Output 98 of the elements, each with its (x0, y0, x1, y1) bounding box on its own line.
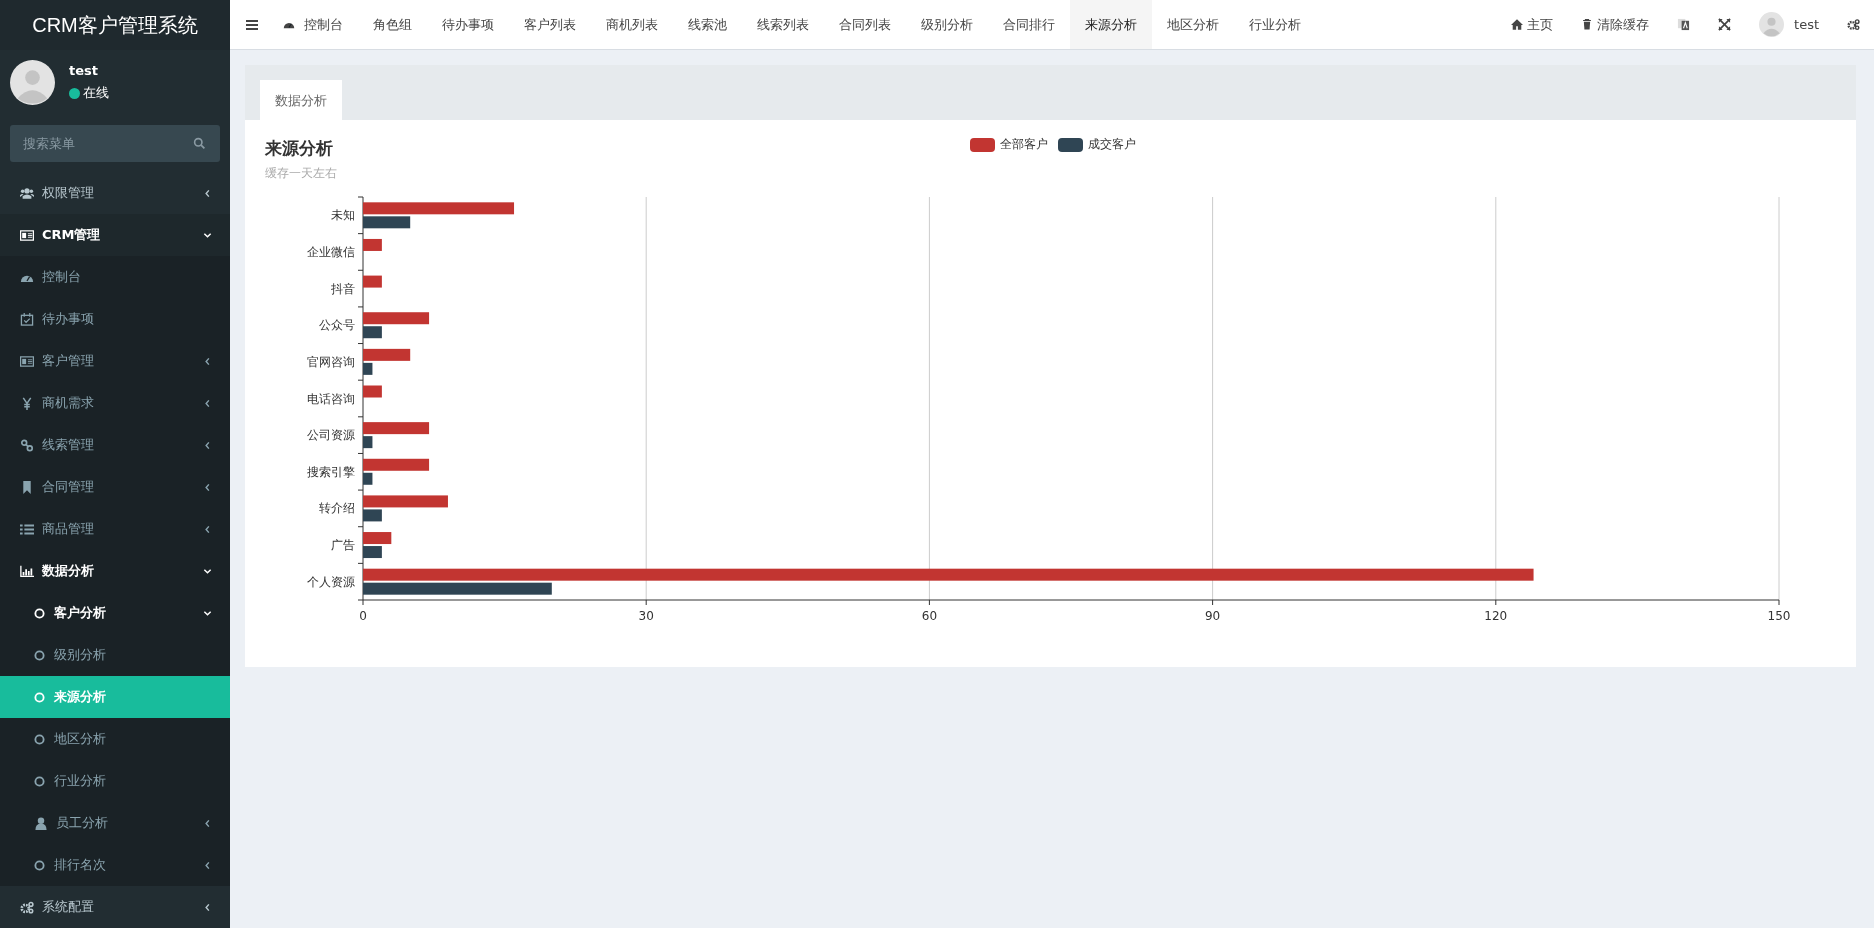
menu-item[interactable]: CRM管理 (0, 214, 230, 256)
axis-label: 抖音 (331, 281, 355, 296)
chevron-left-icon (203, 398, 212, 408)
circle-icon (34, 691, 45, 703)
circle-icon (34, 859, 45, 871)
axis-label: 企业微信 (307, 244, 355, 259)
nav-tab[interactable]: 待办事项 (427, 0, 509, 49)
avatar-icon (1759, 12, 1785, 37)
menu-item[interactable]: 权限管理 (0, 172, 230, 214)
circle-icon (34, 733, 45, 745)
nav-tab[interactable]: 地区分析 (1152, 0, 1234, 49)
bar (363, 238, 382, 251)
chart-subtitle: 缓存一天左右 (265, 166, 337, 181)
chevron-left-icon (203, 482, 212, 492)
nav-tab[interactable]: 线索列表 (742, 0, 824, 49)
nav-tab[interactable]: 级别分析 (906, 0, 988, 49)
chevron-left-icon (203, 440, 212, 450)
bar (363, 385, 382, 398)
menu-item[interactable]: 行业分析 (0, 760, 230, 802)
nav-link[interactable]: 主页 (1497, 15, 1568, 34)
menu-item[interactable]: 合同管理 (0, 466, 230, 508)
nav-tab[interactable]: 合同列表 (824, 0, 906, 49)
axis-label: 60 (921, 609, 938, 623)
axis-label: 未知 (331, 208, 355, 223)
nav-tab[interactable]: 行业分析 (1234, 0, 1316, 49)
circle-icon (34, 649, 45, 661)
online-status-dot (69, 87, 80, 99)
axis-label: 0 (359, 609, 367, 623)
chevron-left-icon (203, 524, 212, 534)
translate-icon[interactable] (1677, 18, 1691, 31)
circle-icon (34, 775, 45, 787)
chevron-left-icon (203, 902, 212, 912)
nav-tab[interactable]: 控制台 (268, 0, 358, 49)
axis-label: 广告 (331, 538, 355, 553)
chevron-left-icon (203, 860, 212, 870)
bookmark-icon (20, 480, 34, 494)
menu-item[interactable]: 排行名次 (0, 844, 230, 886)
nav-tab[interactable]: 合同排行 (988, 0, 1070, 49)
chart-title: 来源分析 (265, 137, 334, 160)
axis-label: 90 (1204, 609, 1221, 623)
trash-icon (1581, 19, 1594, 30)
gears-icon (20, 900, 34, 914)
axis-label: 公司资源 (307, 428, 355, 443)
bar-chart-icon (20, 564, 34, 578)
user-menu[interactable]: test (1745, 12, 1833, 37)
menu-item[interactable]: 客户分析 (0, 592, 230, 634)
chevron-left-icon (203, 188, 212, 198)
fullscreen-icon[interactable] (1718, 18, 1732, 31)
avatar-icon (10, 60, 55, 105)
bar (363, 275, 382, 288)
nav-tab[interactable]: 线索池 (673, 0, 742, 49)
axis-label: 转介绍 (319, 501, 355, 516)
chevron-left-icon (203, 818, 212, 828)
axis-label: 官网咨询 (307, 354, 355, 369)
menu-item[interactable]: 商机需求 (0, 382, 230, 424)
axis-label: 搜索引擎 (307, 464, 355, 479)
menu-item[interactable]: 控制台 (0, 256, 230, 298)
menu-item[interactable]: 员工分析 (0, 802, 230, 844)
menu-item[interactable]: 数据分析 (0, 550, 230, 592)
content-tab[interactable]: 数据分析 (260, 80, 342, 120)
search-field[interactable]: 搜索菜单 (10, 125, 220, 162)
nav-tab[interactable]: 客户列表 (509, 0, 591, 49)
nav-tab[interactable]: 来源分析 (1070, 0, 1152, 49)
menu-item[interactable]: 商品管理 (0, 508, 230, 550)
menu-item[interactable]: 级别分析 (0, 634, 230, 676)
menu-item[interactable]: 线索管理 (0, 424, 230, 466)
axis-label: 30 (638, 609, 654, 623)
legend-label: 成交客户 (1088, 137, 1136, 152)
list-icon (20, 522, 34, 536)
app-logo: CRM客户管理系统 (0, 0, 230, 50)
menu-item[interactable]: 地区分析 (0, 718, 230, 760)
axis-label: 150 (1767, 609, 1791, 623)
user-status: 在线 (83, 84, 109, 102)
axis-label: 个人资源 (307, 574, 355, 589)
id-card-icon (20, 228, 34, 242)
menu-item[interactable]: 待办事项 (0, 298, 230, 340)
legend-label: 全部客户 (1000, 137, 1048, 152)
link-icon (20, 438, 34, 452)
yen-icon (20, 396, 34, 410)
circle-icon (34, 607, 45, 619)
nav-tab[interactable]: 商机列表 (591, 0, 673, 49)
home-icon (1511, 19, 1524, 30)
user-name: test (69, 63, 99, 78)
search-icon[interactable] (193, 137, 206, 150)
menu-item[interactable]: 系统配置 (0, 886, 230, 928)
id-card-icon (20, 354, 34, 368)
calendar-icon (20, 312, 34, 326)
nav-tab[interactable]: 角色组 (358, 0, 427, 49)
settings-icon[interactable] (1847, 18, 1860, 31)
chevron-left-icon (203, 356, 212, 366)
menu-icon[interactable] (246, 19, 258, 30)
users-icon (20, 186, 34, 200)
menu-item[interactable]: 客户管理 (0, 340, 230, 382)
user-icon (34, 816, 48, 830)
axis-label: 120 (1484, 609, 1508, 623)
axis-label: 电话咨询 (307, 391, 355, 406)
axis-label: 公众号 (319, 318, 355, 333)
nav-link[interactable]: 清除缓存 (1567, 15, 1664, 34)
